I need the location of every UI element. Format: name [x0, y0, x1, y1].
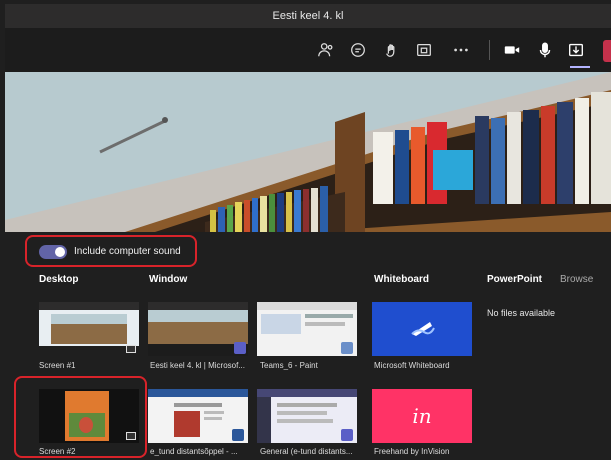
share-tile-label: Eesti keel 4. kl | Microsof...: [150, 361, 245, 370]
share-tile-invision[interactable]: in: [372, 389, 472, 443]
include-sound-toggle[interactable]: [39, 245, 67, 259]
meeting-toolbar: [5, 28, 611, 73]
no-files-message: No files available: [487, 308, 556, 318]
invision-logo: in: [412, 404, 432, 428]
share-tile-label: General (e-tund distants...: [260, 447, 353, 456]
screen-share-icon: [126, 432, 136, 440]
paint-icon: [341, 342, 353, 354]
share-tile-label: Microsoft Whiteboard: [374, 361, 450, 370]
window-title: Eesti keel 4. kl: [272, 10, 344, 22]
reactions-icon[interactable]: [382, 40, 402, 60]
toolbar-divider: [489, 40, 490, 60]
window-title-bar: Eesti keel 4. kl: [5, 4, 611, 28]
screen-share-icon: [126, 345, 136, 353]
share-tile-label: Screen #2: [39, 447, 76, 456]
teams-icon: [341, 429, 353, 441]
section-desktop: Desktop: [39, 274, 79, 285]
share-tile-screen-1[interactable]: [39, 302, 139, 356]
teams-icon: [234, 342, 246, 354]
mic-icon[interactable]: [535, 40, 555, 60]
rooms-icon[interactable]: [414, 40, 434, 60]
share-tile-teams-general[interactable]: [257, 389, 357, 443]
chat-icon[interactable]: [348, 40, 368, 60]
more-icon[interactable]: [451, 40, 471, 60]
share-tile-word-doc[interactable]: [148, 389, 248, 443]
camera-icon[interactable]: [502, 40, 522, 60]
share-tile-screen-2[interactable]: [39, 389, 139, 443]
section-whiteboard: Whiteboard: [374, 274, 429, 285]
word-icon: [232, 429, 244, 441]
share-tile-label: e_tund distantsõppel - ...: [150, 447, 238, 456]
video-preview: [5, 72, 611, 232]
section-powerpoint: PowerPoint: [487, 274, 543, 285]
share-tile-paint[interactable]: [257, 302, 357, 356]
share-tile-label: Screen #1: [39, 361, 76, 370]
share-tile-label: Teams_6 - Paint: [260, 361, 318, 370]
include-sound-label: Include computer sound: [74, 246, 181, 257]
hangup-icon[interactable]: [603, 40, 611, 62]
share-icon[interactable]: [566, 40, 586, 60]
bookshelf-image: [5, 72, 611, 232]
people-icon[interactable]: [316, 40, 336, 60]
share-tile-whiteboard[interactable]: [372, 302, 472, 356]
share-active-indicator: [570, 66, 590, 68]
browse-link[interactable]: Browse: [560, 274, 593, 285]
section-window: Window: [149, 274, 188, 285]
whiteboard-icon: [411, 322, 435, 336]
share-tile-label: Freehand by InVision: [374, 447, 450, 456]
share-tile-teams-window[interactable]: [148, 302, 248, 356]
